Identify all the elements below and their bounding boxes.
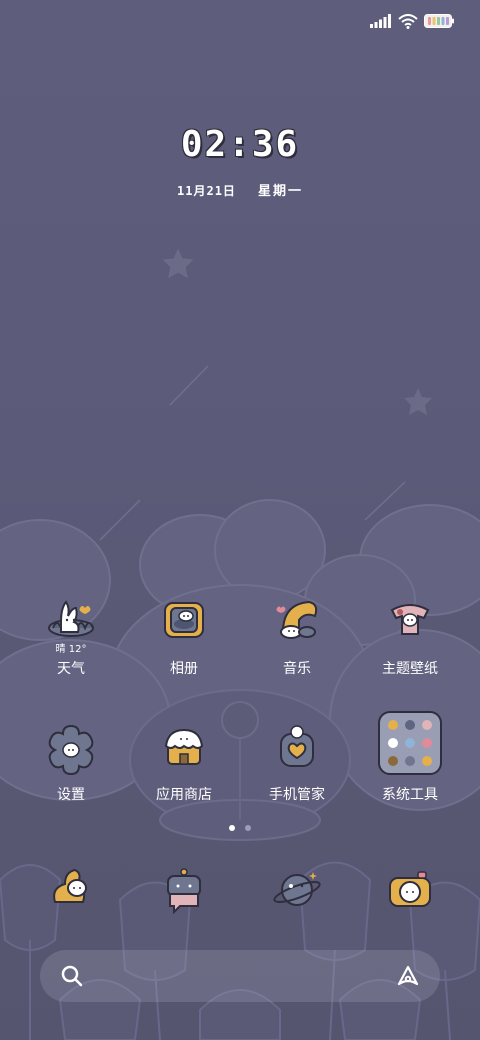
page-dot-1[interactable] (229, 825, 235, 831)
app-label-gallery: 相册 (170, 661, 198, 677)
page-indicator (0, 825, 480, 831)
clock-time[interactable]: 02:36 (0, 124, 480, 165)
music-bunny-icon (276, 600, 318, 639)
clock-date-line: 11月21日 星期一 (0, 180, 480, 199)
cellular-signal-icon (370, 14, 391, 28)
app-folder-system-tools[interactable]: 系统工具 (354, 708, 466, 818)
app-label-weather: 天气 (57, 661, 85, 677)
dock-app-browser[interactable] (269, 862, 325, 918)
phone-bunny-icon (53, 868, 87, 903)
app-label-phone-manager: 手机管家 (269, 787, 325, 803)
folder-mini-icons (388, 720, 432, 766)
page-dot-2[interactable] (245, 825, 251, 831)
browser-planet-icon (273, 872, 321, 906)
app-settings[interactable]: 设置 (15, 722, 127, 832)
app-music[interactable]: 音乐 (241, 596, 353, 706)
app-label-settings: 设置 (57, 787, 85, 803)
app-store[interactable]: 应用商店 (128, 722, 240, 832)
theme-bunny-icon (390, 604, 430, 635)
app-label-theme: 主题壁纸 (382, 661, 438, 677)
app-label-music: 音乐 (283, 661, 311, 677)
app-store-bunny-icon (164, 728, 204, 765)
battery-icon (424, 14, 454, 28)
dock-app-camera[interactable] (382, 862, 438, 918)
app-weather[interactable]: 晴 12° 天气 (15, 596, 127, 706)
weather-temperature: 晴 12° (55, 644, 87, 655)
assistant-a-icon[interactable] (396, 964, 420, 988)
app-label-store: 应用商店 (156, 787, 212, 803)
phone-manager-heart-icon (280, 725, 314, 767)
status-bar (370, 10, 454, 32)
gallery-bunny-icon (164, 602, 204, 638)
dock-app-messages[interactable] (156, 862, 212, 918)
system-tools-folder-icon (378, 711, 442, 775)
search-icon[interactable] (60, 964, 84, 988)
settings-flower-icon (48, 724, 94, 776)
search-bar[interactable] (40, 950, 440, 1002)
app-gallery[interactable]: 相册 (128, 596, 240, 706)
clock-date: 11月21日 (177, 184, 236, 198)
dock-app-phone[interactable] (43, 862, 99, 918)
app-phone-manager[interactable]: 手机管家 (241, 722, 353, 832)
app-theme[interactable]: 主题壁纸 (354, 596, 466, 706)
camera-bunny-icon (389, 871, 431, 907)
app-label-system-tools: 系统工具 (382, 787, 438, 803)
messages-bear-icon (167, 868, 201, 915)
wifi-icon (398, 13, 418, 29)
clock-weekday: 星期一 (257, 184, 303, 199)
